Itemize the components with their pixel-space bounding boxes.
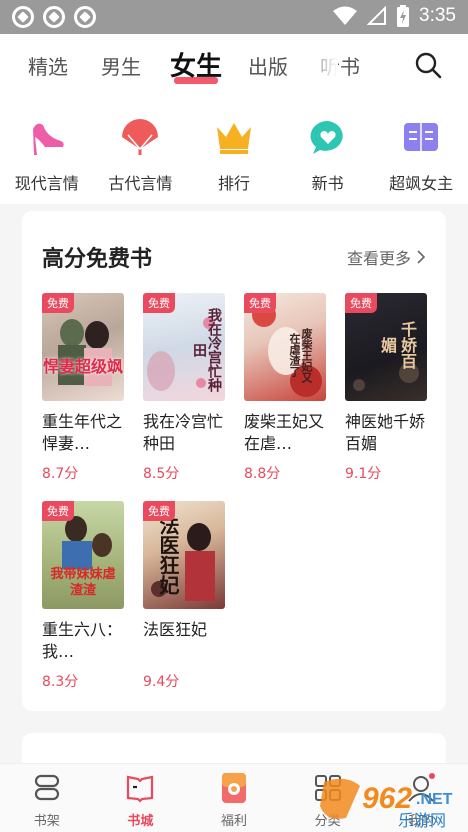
category-modern-romance[interactable]: 现代言情 (0, 96, 94, 204)
book-cover[interactable]: 悍妻超级飒 免费 (42, 293, 124, 401)
cover-title: 我带妹妹虐渣渣 (50, 567, 116, 598)
search-icon[interactable] (414, 51, 442, 79)
heart-bubble-icon (306, 118, 350, 158)
cover-title: 废柴王妃又在虐渣了 (288, 327, 313, 383)
category-ranking[interactable]: 排行 (187, 96, 281, 204)
book-score: 8.7分 (42, 466, 79, 482)
category-label: 超飒女主 (389, 174, 454, 193)
book-score: 9.4分 (143, 674, 180, 690)
book-cover[interactable]: 废柴王妃又在虐渣了 免费 (244, 293, 326, 401)
nav-label: 福利 (220, 814, 247, 829)
book-cover[interactable]: 我带妹妹虐渣渣 免费 (42, 501, 124, 609)
category-label: 古代言情 (108, 174, 173, 193)
book-title: 神医她千娇百媚 (345, 412, 426, 453)
book-cover[interactable]: 法医狂妃 免费 (143, 501, 225, 609)
category-label: 现代言情 (14, 174, 79, 193)
book-score: 8.8分 (244, 466, 281, 482)
status-time: 3:35 (419, 5, 456, 26)
watermark-logo: 962 .NET 乐游网 (316, 776, 464, 832)
nav-rewards[interactable]: 福利 (187, 764, 281, 832)
book-cover[interactable]: 我在冷宫忙种田 免费 (143, 293, 225, 401)
cover-title: 千娇百媚 (378, 321, 417, 369)
tabs-fade (298, 34, 338, 96)
book-title: 法医狂妃 (143, 620, 208, 639)
nav-label: 书城 (127, 814, 154, 829)
channel-tabs: 精选 男生 女生 出版 听书 (0, 34, 400, 96)
notification-icon (12, 6, 34, 28)
high-heel-icon (25, 118, 69, 158)
category-strong-heroine[interactable]: 超飒女主 (374, 96, 468, 204)
book-title: 废柴王妃又在虐… (244, 412, 325, 453)
notification-icon (74, 6, 96, 28)
free-badge: 免费 (42, 293, 74, 313)
book-score: 8.3分 (42, 674, 79, 690)
book-item[interactable]: 我在冷宫忙种田 免费 我在冷宫忙种田 8.5分 (143, 293, 225, 483)
nav-bookshelf[interactable]: 书架 (0, 764, 94, 832)
cover-title: 悍妻超级飒 (42, 357, 123, 376)
signal-icon (367, 6, 387, 25)
book-cover[interactable]: 千娇百媚 免费 (345, 293, 427, 401)
high-score-free-books-section: 高分免费书 查看更多 悍妻超级飒 免费 重生年代之悍妻… 8.7分 我在冷宫忙种… (22, 211, 446, 711)
nav-bookstore[interactable]: 书城 (94, 764, 188, 832)
bookshelf-icon (30, 772, 64, 804)
top-navigation: 精选 男生 女生 出版 听书 (0, 34, 468, 96)
book-title: 我在冷宫忙种田 (143, 412, 224, 453)
book-item[interactable]: 悍妻超级飒 免费 重生年代之悍妻… 8.7分 (42, 293, 124, 483)
fan-icon (118, 118, 162, 158)
bookstore-icon (123, 772, 157, 804)
notification-icon (43, 6, 65, 28)
battery-icon (397, 5, 410, 27)
tab-female[interactable]: 女生 (170, 46, 222, 83)
section-title: 高分免费书 (42, 247, 153, 272)
see-more-label: 查看更多 (346, 249, 411, 268)
tab-male[interactable]: 男生 (101, 51, 141, 80)
book-score: 8.5分 (143, 466, 180, 482)
book-title: 重生年代之悍妻… (42, 412, 123, 453)
category-label: 新书 (311, 174, 344, 193)
tab-publishing[interactable]: 出版 (248, 51, 288, 80)
status-bar: 3:35 (0, 0, 468, 34)
watermark-site: 乐游网 (398, 811, 446, 830)
chevron-right-icon (417, 250, 426, 264)
cover-title: 我在冷宫忙种田 (191, 308, 222, 392)
book-item[interactable]: 法医狂妃 免费 法医狂妃 9.4分 (143, 501, 225, 691)
book-item[interactable]: 我带妹妹虐渣渣 免费 重生六八：我… 8.3分 (42, 501, 124, 691)
watermark-domain: .NET (416, 791, 453, 808)
free-badge: 免费 (345, 293, 377, 313)
status-notification-icons (12, 6, 96, 28)
category-new-books[interactable]: 新书 (281, 96, 375, 204)
book-icon (399, 118, 443, 158)
book-item[interactable]: 废柴王妃又在虐渣了 免费 废柴王妃又在虐… 8.8分 (244, 293, 326, 483)
category-ancient-romance[interactable]: 古代言情 (94, 96, 188, 204)
see-more-link[interactable]: 查看更多 (347, 245, 426, 269)
free-badge: 免费 (143, 501, 175, 521)
book-item[interactable]: 千娇百媚 免费 神医她千娇百媚 9.1分 (345, 293, 427, 483)
status-right: 3:35 (333, 5, 456, 27)
crown-icon (212, 118, 256, 158)
free-badge: 免费 (42, 501, 74, 521)
book-title: 重生六八：我… (42, 620, 123, 661)
gift-icon (217, 772, 251, 804)
book-score: 9.1分 (345, 466, 382, 482)
nav-label: 书架 (33, 814, 60, 829)
category-row: 现代言情 古代言情 排行 新书 超飒女主 (0, 96, 468, 204)
wifi-icon (333, 6, 358, 25)
category-label: 排行 (217, 174, 250, 193)
free-badge: 免费 (244, 293, 276, 313)
free-badge: 免费 (143, 293, 175, 313)
tab-featured[interactable]: 精选 (28, 51, 68, 80)
cover-title: 法医狂妃 (156, 515, 180, 595)
